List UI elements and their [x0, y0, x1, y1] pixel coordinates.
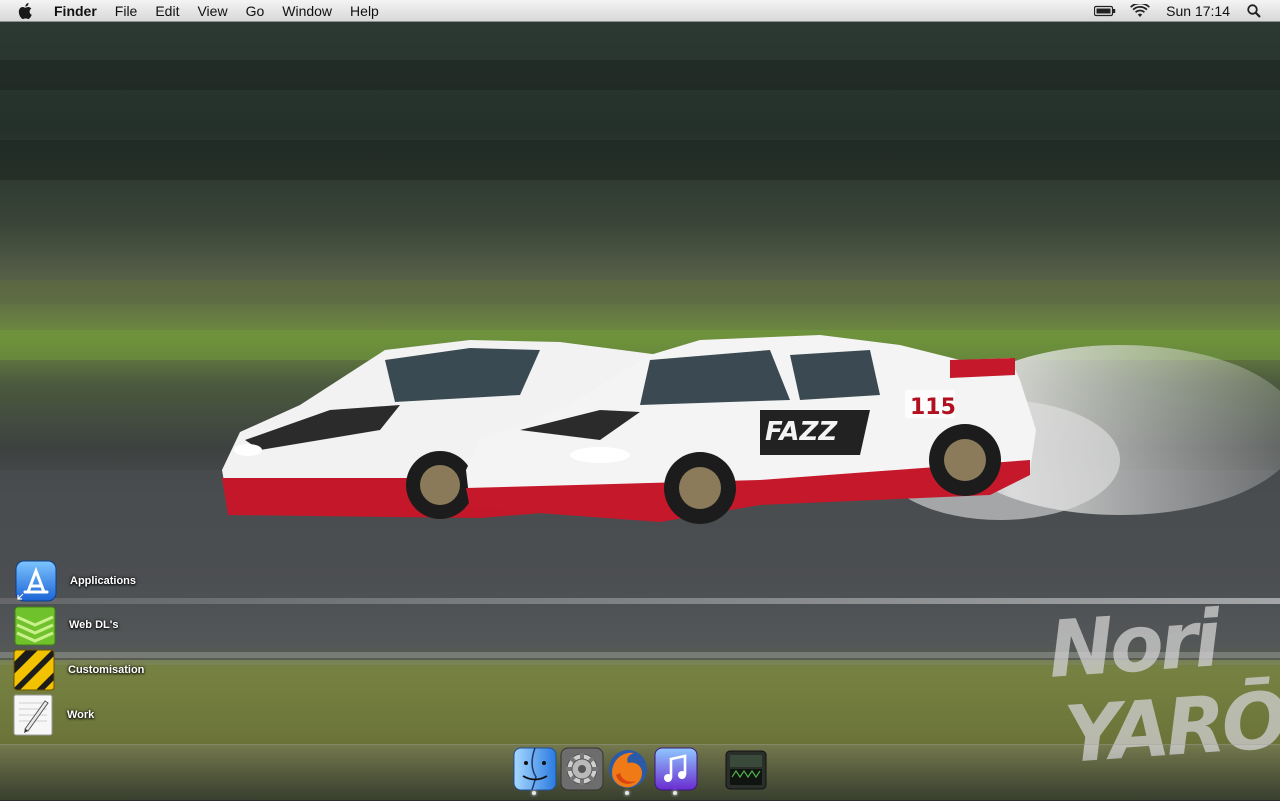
desktop-item-applications[interactable]: Applications	[14, 559, 136, 603]
dock-running-indicator	[673, 791, 677, 795]
app-store-icon	[14, 559, 58, 603]
stack-icon	[725, 750, 767, 790]
dock-running-indicator	[532, 791, 536, 795]
desktop-item-label: Web DL's	[69, 619, 119, 631]
menubar-clock[interactable]: Sun 17:14	[1157, 3, 1239, 19]
dock-item-finder[interactable]	[513, 747, 557, 791]
dock-item-firefox[interactable]	[606, 747, 650, 791]
menu-file[interactable]: File	[106, 0, 147, 22]
itunes-icon	[654, 747, 698, 791]
menu-bar: Finder File Edit View Go Window Help Sun…	[0, 0, 1280, 22]
menu-edit[interactable]: Edit	[146, 0, 188, 22]
dock-running-indicator	[625, 791, 629, 795]
app-menu-finder[interactable]: Finder	[51, 0, 106, 22]
desktop-item-label: Applications	[70, 575, 137, 587]
dock-item-itunes[interactable]	[654, 747, 698, 791]
desktop-item-label: Work	[67, 709, 95, 721]
wifi-icon[interactable]	[1123, 3, 1157, 18]
desktop-item-customisation[interactable]: Customisation	[12, 648, 144, 692]
dock-item-system-preferences[interactable]	[560, 747, 604, 791]
system-preferences-icon	[560, 747, 604, 791]
desktop-item-label: Customisation	[68, 664, 145, 676]
menu-help[interactable]: Help	[341, 0, 388, 22]
dock-item-stack[interactable]	[724, 747, 768, 791]
watermark-line-1: Nori	[1045, 594, 1220, 696]
finder-icon	[513, 747, 557, 791]
menu-go[interactable]: Go	[237, 0, 274, 22]
car-sponsor-fazz: FAZZ	[765, 417, 838, 447]
menu-window[interactable]: Window	[273, 0, 341, 22]
menu-view[interactable]: View	[188, 0, 236, 22]
battery-icon[interactable]	[1087, 5, 1123, 17]
green-stack-folder-icon	[13, 603, 57, 647]
textedit-icon	[11, 693, 55, 737]
desktop-item-work[interactable]: Work	[11, 693, 94, 737]
firefox-icon	[609, 750, 647, 788]
desktop-item-web-dls[interactable]: Web DL's	[13, 603, 118, 647]
spotlight-search-icon[interactable]	[1239, 3, 1280, 18]
hazard-stripe-folder-icon	[12, 648, 56, 692]
apple-menu-icon[interactable]	[17, 2, 39, 20]
car-number: 115	[910, 395, 956, 420]
